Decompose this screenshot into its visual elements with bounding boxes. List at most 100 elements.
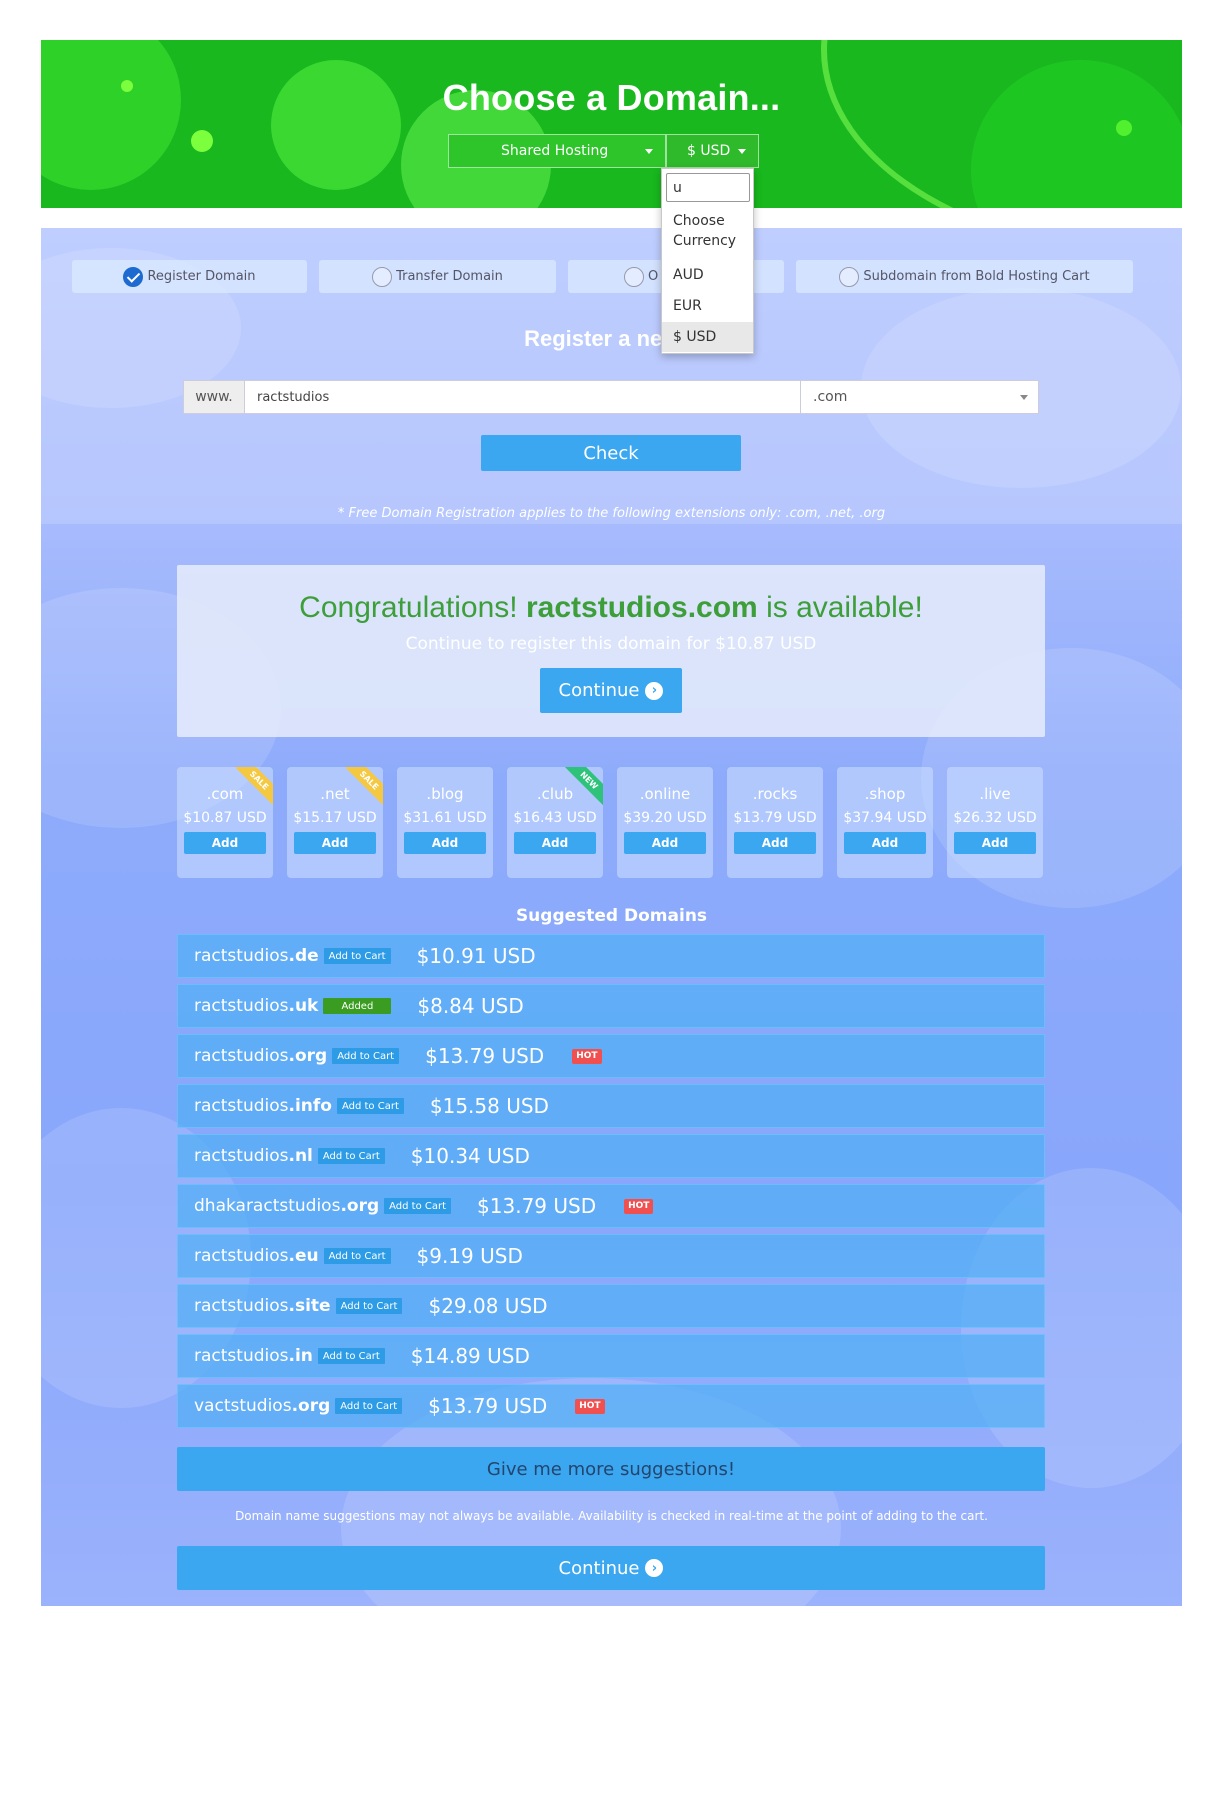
currency-select-value: $ USD [687,143,731,159]
add-to-cart-button[interactable]: Add to Cart [323,1248,391,1264]
add-to-cart-button[interactable]: Add to Cart [384,1198,452,1214]
domain-name: ractstudios [194,1296,289,1316]
currency-option[interactable]: AUD [662,260,753,290]
tld-add-button[interactable]: Add [294,832,376,854]
hot-badge: HOT [624,1198,654,1214]
tld-name: .com [206,785,244,803]
tld-name: .shop [864,785,906,803]
tld-card: SALE .net $15.17 USD Add [287,767,383,878]
continue-button[interactable]: Continue › [540,668,682,713]
page-title: Choose a Domain... [442,77,781,118]
domain-tld: .org [340,1196,380,1216]
suggestion-price: $13.79 USD [425,1044,545,1068]
add-to-cart-button[interactable]: Add to Cart [335,1298,403,1314]
add-to-cart-button[interactable]: Add to Cart [335,1398,403,1414]
check-button[interactable]: Check [481,435,741,471]
add-to-cart-button[interactable]: Add to Cart [317,1148,385,1164]
arrow-right-icon: › [645,681,664,700]
domain-name: ractstudios [194,1346,289,1366]
add-to-cart-button[interactable]: Add to Cart [323,948,391,964]
continue-bottom-button[interactable]: Continue › [177,1546,1045,1590]
suggestion-price: $9.19 USD [416,1244,523,1268]
check-icon [123,266,144,287]
tld-add-button[interactable]: Add [734,832,816,854]
more-suggestions-button[interactable]: Give me more suggestions! [177,1447,1045,1491]
www-prefix: www. [184,381,245,413]
product-select[interactable]: Shared Hosting [448,134,666,168]
tld-price: $31.61 USD [403,810,487,826]
domain-name: ractstudios [194,1146,289,1166]
add-to-cart-button[interactable]: Add to Cart [336,1098,404,1114]
suggestion-price: $10.34 USD [410,1144,530,1168]
tld-add-button[interactable]: Add [954,832,1036,854]
currency-option[interactable]: EUR [662,291,753,321]
chevron-down-icon [1020,395,1028,400]
suggestion-row: dhakaractstudios.org Add to Cart $13.79 … [177,1184,1045,1228]
availability-message: Congratulations! ractstudios.com is avai… [177,591,1045,625]
suggestion-domain: vactstudios.org [194,1396,330,1416]
suggestion-domain: ractstudios.eu [194,1246,319,1266]
tld-add-button[interactable]: Add [184,832,266,854]
add-to-cart-button[interactable]: Add to Cart [317,1348,385,1364]
suggestion-row: ractstudios.nl Add to Cart $10.34 USD [177,1134,1045,1178]
tld-name: .online [639,785,691,803]
domain-tld: .eu [288,1246,319,1266]
radio-icon [624,266,644,287]
tld-select[interactable]: .com [801,381,1038,413]
tld-price: $13.79 USD [733,810,817,826]
tab-register-domain[interactable]: Register Domain [72,260,307,293]
domain-input[interactable] [245,381,801,413]
suggestion-domain: ractstudios.uk [194,996,318,1016]
tld-price: $10.87 USD [183,810,267,826]
suggestion-price: $14.89 USD [410,1344,530,1368]
tld-add-button[interactable]: Add [514,832,596,854]
tab-label: Register Domain [147,269,256,284]
continue-label: Continue [558,1557,640,1579]
currency-search-input[interactable] [666,173,750,202]
suggestion-row: ractstudios.uk Added $8.84 USD [177,984,1045,1028]
suggestions-disclaimer: Domain name suggestions may not always b… [235,1509,988,1523]
tld-add-button[interactable]: Add [404,832,486,854]
suggestion-price: $29.08 USD [428,1294,548,1318]
hot-badge: HOT [575,1398,605,1414]
domain-tld: .de [288,946,319,966]
tab-label: O [648,269,659,284]
tld-price: $39.20 USD [623,810,707,826]
suggestion-price: $13.79 USD [477,1194,597,1218]
continue-label: Continue [558,680,640,701]
suggestion-price: $13.79 USD [428,1394,548,1418]
tld-add-button[interactable]: Add [624,832,706,854]
domain-name: vactstudios [194,1396,292,1416]
tld-price: $37.94 USD [843,810,927,826]
suggestion-domain: ractstudios.in [194,1346,313,1366]
domain-panel: Register Domain Transfer Domain O Subdom… [41,228,1182,1606]
currency-select[interactable]: $ USD [666,134,759,168]
currency-option-selected[interactable]: $ USD [662,322,753,352]
tld-card: .shop $37.94 USD Add [837,767,933,878]
tld-name: .rocks [752,785,798,803]
tld-name: .blog [426,785,464,803]
suggestion-domain: ractstudios.nl [194,1146,313,1166]
tld-name: .club [536,785,574,803]
currency-option[interactable]: Choose Currency [662,211,753,251]
tld-card: .live $26.32 USD Add [947,767,1043,878]
add-to-cart-button[interactable]: Add to Cart [332,1048,400,1064]
available-domain: ractstudios.com [525,591,758,624]
domain-search-row: www. .com [183,380,1039,414]
domain-name: ractstudios [194,1046,289,1066]
tld-name: .net [320,785,350,803]
suggestion-row: ractstudios.de Add to Cart $10.91 USD [177,934,1045,978]
domain-name: dhakaractstudios [194,1196,341,1216]
suggestion-row: vactstudios.org Add to Cart $13.79 USD H… [177,1384,1045,1428]
tld-card: .blog $31.61 USD Add [397,767,493,878]
added-badge[interactable]: Added [323,998,392,1014]
domain-name: ractstudios [194,1246,289,1266]
tab-subdomain[interactable]: Subdomain from Bold Hosting Cart [796,260,1133,293]
tld-add-button[interactable]: Add [844,832,926,854]
domain-tld: .nl [288,1146,313,1166]
suggestion-row: ractstudios.org Add to Cart $13.79 USD H… [177,1034,1045,1078]
domain-name: ractstudios [194,996,289,1016]
tab-transfer-domain[interactable]: Transfer Domain [319,260,556,293]
free-domain-note: * Free Domain Registration applies to th… [337,506,886,521]
product-select-value: Shared Hosting [501,143,609,159]
